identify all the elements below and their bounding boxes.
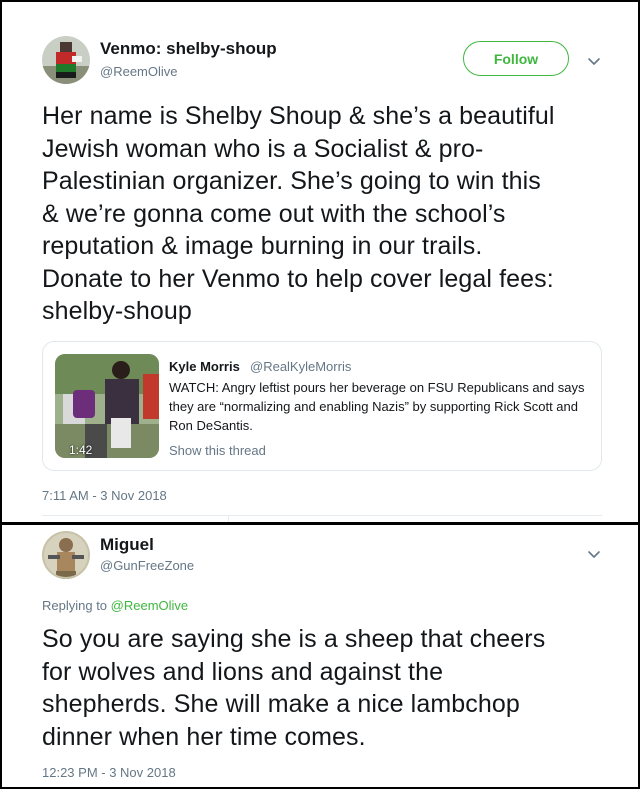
tweet-text-line: Jewish woman who is a Socialist & pro-: [42, 134, 484, 163]
chevron-down-icon[interactable]: [586, 53, 602, 69]
quoted-author-handle[interactable]: @RealKyleMorris: [250, 359, 351, 374]
reply-author-handle[interactable]: @GunFreeZone: [100, 558, 194, 573]
reply-text-line: So you are saying she is a sheep that ch…: [42, 625, 546, 653]
reply-text: So you are saying she is a sheep that ch…: [42, 623, 622, 753]
replying-to-handle-link[interactable]: @ReemOlive: [111, 598, 189, 613]
tweet-text-line: Palestinian organizer. She’s going to wi…: [42, 167, 541, 195]
author-avatar[interactable]: [42, 36, 90, 84]
reply-timestamp[interactable]: 12:23 PM - 3 Nov 2018: [42, 765, 176, 780]
video-thumbnail[interactable]: 1:42: [55, 354, 159, 458]
reply-tweet: Miguel @GunFreeZone Replying to @ReemOli…: [0, 525, 640, 789]
tweet-text-line: shelby-shoup: [42, 297, 192, 325]
chevron-down-icon[interactable]: [586, 546, 602, 562]
reply-author-display-name[interactable]: Miguel: [100, 535, 154, 555]
tweet-text-line: Donate to her Venmo to help cover legal …: [42, 264, 554, 293]
tweet-timestamp[interactable]: 7:11 AM - 3 Nov 2018: [42, 488, 167, 503]
video-duration: 1:42: [69, 443, 93, 457]
author-display-name[interactable]: Venmo: shelby-shoup: [100, 39, 277, 59]
quoted-tweet-text: WATCH: Angry leftist pours her beverage …: [169, 380, 585, 433]
tweet-text-line: & we’re gonna come out with the school’s: [42, 199, 506, 228]
author-handle[interactable]: @ReemOlive: [100, 64, 178, 79]
reply-text-line: dinner when her time comes.: [42, 722, 366, 751]
tweet-text-line: reputation & image burning in our trails…: [42, 232, 483, 260]
divider: [42, 515, 602, 516]
replying-to-label: Replying to: [42, 598, 108, 613]
quoted-author-name[interactable]: Kyle Morris: [169, 359, 240, 374]
follow-button[interactable]: Follow: [463, 41, 569, 76]
quoted-tweet-card[interactable]: 1:42 Kyle Morris @RealKyleMorris WATCH: …: [42, 341, 602, 471]
replying-to: Replying to @ReemOlive: [42, 598, 188, 613]
tweet-text-line: Her name is Shelby Shoup & she’s a beaut…: [42, 102, 555, 130]
reply-text-line: for wolves and lions and against the: [42, 657, 444, 686]
reply-avatar-image: [42, 531, 90, 579]
reply-text-line: shepherds. She will make a nice lambchop: [42, 690, 520, 718]
tweet-text: Her name is Shelby Shoup & she’s a beaut…: [42, 100, 622, 328]
main-tweet: Venmo: shelby-shoup @ReemOlive Follow He…: [0, 0, 640, 524]
avatar-image: [42, 36, 90, 84]
reply-author-avatar[interactable]: [42, 531, 90, 579]
show-thread-link[interactable]: Show this thread: [169, 443, 266, 458]
